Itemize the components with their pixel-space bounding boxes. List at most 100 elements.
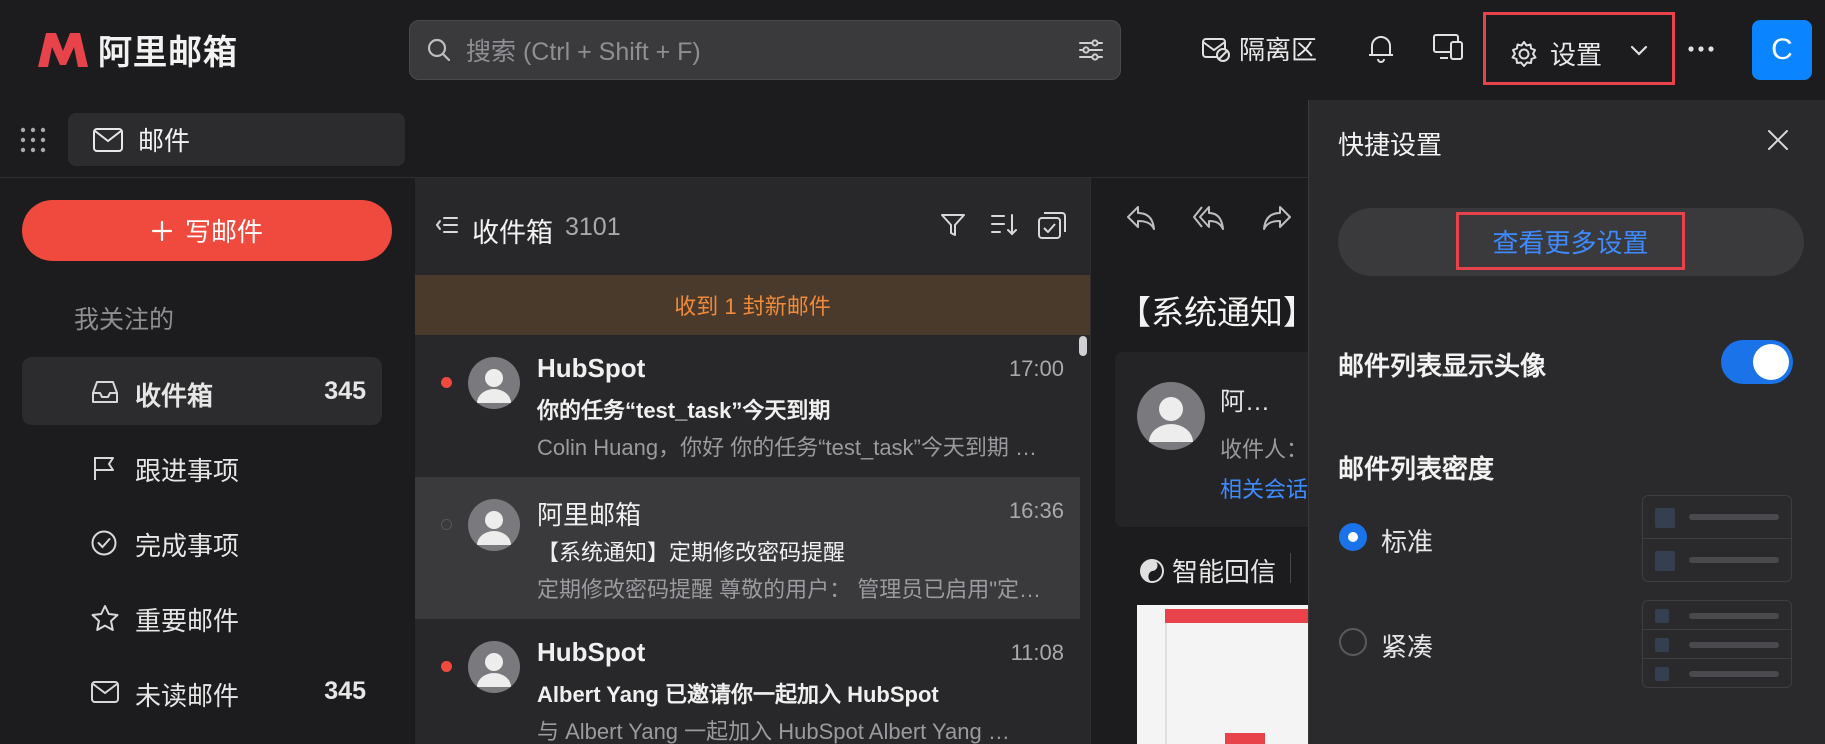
- mail-body-edge: [1165, 609, 1167, 744]
- unread-count: 345: [324, 377, 366, 405]
- mail-sender: HubSpot: [537, 353, 646, 383]
- forward-icon[interactable]: [1262, 205, 1292, 231]
- unread-count: 345: [324, 677, 366, 705]
- reply-all-icon[interactable]: [1192, 205, 1226, 231]
- search-bar[interactable]: 搜索 (Ctrl + Shift + F): [409, 20, 1121, 80]
- mail-time: 17:00: [1008, 356, 1064, 381]
- mail-body-preview: [1137, 605, 1310, 744]
- preview-line: [1689, 557, 1779, 563]
- smart-reply-label: 智能回信: [1172, 557, 1277, 587]
- preview-line: [1689, 613, 1779, 619]
- sender-name[interactable]: 阿…: [1220, 382, 1270, 418]
- sidebar-item-unread[interactable]: 未读邮件 345: [22, 657, 382, 725]
- mail-body-header-bar: [1165, 609, 1310, 623]
- show-avatar-toggle[interactable]: [1721, 340, 1793, 384]
- compose-button[interactable]: 写邮件: [22, 200, 392, 261]
- sender-avatar: [468, 641, 520, 693]
- search-filter-icon[interactable]: [1078, 37, 1104, 63]
- density-compact-radio[interactable]: [1339, 628, 1367, 656]
- mail-subject: 你的任务“test_task”今天到期: [537, 398, 831, 423]
- sidebar-item-label: 跟进事项: [135, 456, 240, 486]
- related-conversation-link[interactable]: 相关会话: [1220, 472, 1308, 504]
- app-logo[interactable]: 阿里邮箱: [36, 26, 238, 72]
- density-label: 邮件列表密度: [1338, 454, 1495, 484]
- settings-button[interactable]: 设置: [1483, 12, 1675, 85]
- flag-icon: [90, 454, 118, 482]
- app-grid-icon[interactable]: [20, 127, 46, 153]
- close-icon[interactable]: [1766, 128, 1790, 152]
- smart-reply-icon: [1138, 557, 1166, 585]
- notifications-button[interactable]: [1366, 32, 1396, 64]
- sidebar-item-follow-up[interactable]: 跟进事项: [22, 432, 382, 500]
- density-standard-preview[interactable]: [1642, 495, 1792, 582]
- folder-title: 收件箱: [472, 218, 553, 248]
- quarantine-label: 隔离区: [1239, 35, 1318, 65]
- sort-icon[interactable]: [990, 212, 1018, 238]
- quick-settings-title: 快捷设置: [1338, 130, 1443, 160]
- user-avatar[interactable]: C: [1752, 20, 1812, 80]
- preview-row: [1643, 630, 1791, 659]
- reply-icon[interactable]: [1126, 205, 1156, 231]
- devices-button[interactable]: [1432, 32, 1464, 62]
- mail-preview: 与 Albert Yang 一起加入 HubSpot Albert Yang …: [537, 719, 1010, 744]
- settings-label: 设置: [1550, 40, 1603, 70]
- mail-sender: HubSpot: [537, 637, 646, 667]
- logo-text: 阿里邮箱: [98, 33, 238, 72]
- mail-list-header: 收件箱 3101: [415, 178, 1090, 275]
- mail-subject: Albert Yang 已邀请你一起加入 HubSpot: [537, 682, 939, 707]
- tab-mail[interactable]: 邮件: [68, 113, 405, 166]
- mail-time: 11:08: [1010, 640, 1064, 665]
- bell-icon: [1366, 32, 1396, 64]
- chevron-down-icon[interactable]: [1628, 39, 1650, 61]
- toggle-knob: [1753, 344, 1789, 380]
- filter-icon[interactable]: [940, 212, 966, 238]
- density-standard-radio[interactable]: [1339, 523, 1367, 551]
- unread-dot: [441, 377, 452, 388]
- mail-icon: [92, 127, 124, 153]
- mail-list-item[interactable]: 阿里邮箱 16:36 【系统通知】定期修改密码提醒 定期修改密码提醒 尊敬的用户…: [415, 477, 1080, 619]
- plus-icon: [151, 220, 173, 242]
- preview-line: [1689, 514, 1779, 520]
- mail-preview: Colin Huang，你好 你的任务“test_task”今天到期 …: [537, 435, 1037, 460]
- devices-icon: [1432, 32, 1464, 62]
- divider: [1290, 553, 1291, 583]
- preview-avatar: [1655, 667, 1669, 681]
- sidebar-item-label: 未读邮件: [135, 681, 240, 711]
- collapse-menu-icon[interactable]: [435, 215, 459, 235]
- density-compact-preview[interactable]: [1642, 600, 1792, 688]
- quarantine-button[interactable]: 隔离区: [1201, 30, 1317, 67]
- smart-reply-button[interactable]: 智能回信: [1138, 552, 1276, 589]
- mail-subject-title: 【系统通知】: [1118, 294, 1316, 331]
- recipient-label: 收件人：: [1220, 437, 1309, 462]
- sidebar-item-label: 完成事项: [135, 531, 240, 561]
- show-avatar-label: 邮件列表显示头像: [1338, 351, 1547, 381]
- scrollbar-thumb[interactable]: [1079, 336, 1087, 356]
- sidebar-item-inbox[interactable]: 收件箱 345: [22, 357, 382, 425]
- mail-sender: 阿里邮箱: [537, 500, 642, 530]
- preview-avatar: [1655, 638, 1669, 652]
- sidebar-item-done[interactable]: 完成事项: [22, 507, 382, 575]
- new-mail-banner[interactable]: 收到 1 封新邮件: [415, 275, 1090, 335]
- mail-time: 16:36: [1008, 498, 1064, 523]
- batch-select-icon[interactable]: [1037, 210, 1067, 240]
- mail-list-item[interactable]: HubSpot 17:00 你的任务“test_task”今天到期 Colin …: [415, 335, 1080, 477]
- more-menu-button[interactable]: [1688, 46, 1714, 52]
- more-settings-link[interactable]: 查看更多设置: [1456, 212, 1685, 270]
- preview-avatar: [1655, 551, 1675, 571]
- density-compact-label[interactable]: 紧凑: [1381, 627, 1433, 664]
- sidebar-item-important[interactable]: 重要邮件: [22, 582, 382, 650]
- preview-row: [1643, 496, 1791, 539]
- preview-line: [1689, 671, 1779, 677]
- gear-icon: [1510, 40, 1538, 68]
- preview-row: [1643, 659, 1791, 688]
- preview-avatar: [1655, 508, 1675, 528]
- check-circle-icon: [90, 529, 118, 557]
- compose-label: 写邮件: [184, 217, 263, 247]
- mail-list-item[interactable]: HubSpot 11:08 Albert Yang 已邀请你一起加入 HubSp…: [415, 619, 1080, 744]
- mail-preview: 定期修改密码提醒 尊敬的用户： 管理员已启用"定…: [537, 577, 1042, 602]
- sender-avatar: [468, 357, 520, 409]
- read-dot: [441, 519, 452, 530]
- sender-avatar: [468, 499, 520, 551]
- preview-line: [1689, 642, 1779, 648]
- density-standard-label[interactable]: 标准: [1381, 522, 1433, 559]
